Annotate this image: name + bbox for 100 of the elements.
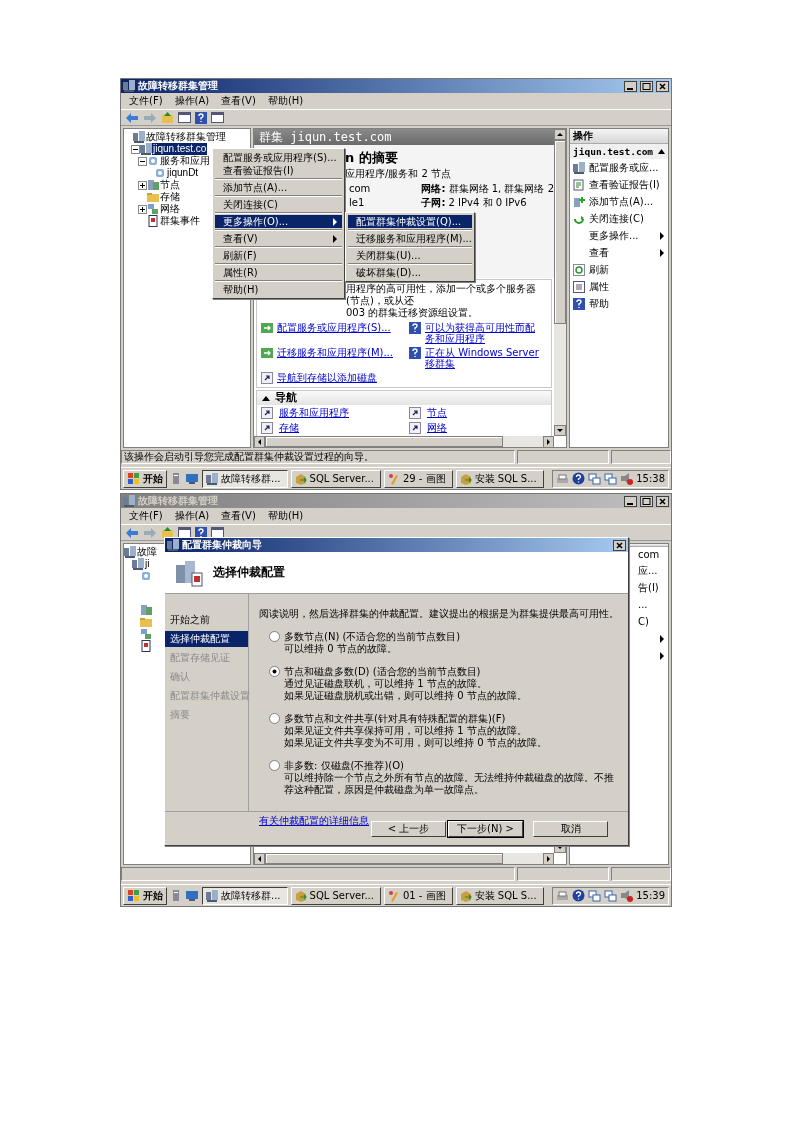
wizard-step[interactable]: 选择仲裁配置 bbox=[165, 631, 248, 647]
action-item[interactable]: 添加节点(A)... bbox=[570, 193, 668, 211]
link[interactable]: 可以为获得高可用性而配 务和应用程序 bbox=[425, 322, 535, 344]
menu-item[interactable]: 更多操作(O)... bbox=[215, 215, 342, 228]
taskbar-button[interactable]: 故障转移群... bbox=[202, 469, 288, 488]
taskbar-button[interactable]: 安装 SQL S... bbox=[455, 469, 544, 488]
tree-item[interactable]: 存储 bbox=[159, 191, 181, 203]
menu-item[interactable]: 迁移服务和应用程序(M)... bbox=[348, 232, 472, 245]
action-item[interactable]: 刷新 bbox=[570, 261, 668, 279]
collapse-icon[interactable] bbox=[131, 144, 140, 154]
scroll-thumb[interactable] bbox=[265, 436, 503, 447]
link[interactable]: 节点 bbox=[427, 407, 447, 419]
expand-icon[interactable] bbox=[138, 204, 147, 214]
menu-item[interactable]: 帮助(H) bbox=[215, 283, 342, 296]
radio-button[interactable] bbox=[269, 666, 280, 677]
volume-icon[interactable] bbox=[620, 472, 634, 485]
taskbar-button[interactable]: 安装 SQL S... bbox=[455, 886, 544, 905]
link[interactable]: 网络 bbox=[427, 422, 447, 434]
window-icon[interactable] bbox=[178, 111, 191, 124]
tree-item[interactable]: 网络 bbox=[159, 203, 181, 215]
menu-item[interactable]: 配置群集仲裁设置(Q)... bbox=[348, 215, 472, 228]
menu-item[interactable]: 关闭群集(U)... bbox=[348, 249, 472, 262]
scrollbar[interactable] bbox=[254, 853, 554, 864]
radio-button[interactable] bbox=[269, 631, 280, 642]
help-icon[interactable] bbox=[572, 472, 586, 485]
desktop-icon[interactable] bbox=[185, 889, 199, 902]
radio-button[interactable] bbox=[269, 713, 280, 724]
volume-icon[interactable] bbox=[620, 889, 634, 902]
tree-item[interactable]: 故障 bbox=[136, 546, 158, 558]
link[interactable]: 有关仲裁配置的详细信息 bbox=[259, 815, 369, 826]
close-button[interactable] bbox=[613, 539, 626, 551]
menu-item[interactable]: 查看(V) bbox=[221, 510, 256, 522]
action-item[interactable]: 属性 bbox=[570, 278, 668, 296]
tree-item[interactable]: 群集事件 bbox=[159, 215, 201, 227]
desktop-icon[interactable] bbox=[185, 472, 199, 485]
taskbar-button[interactable]: SQL Server... bbox=[290, 469, 381, 488]
link[interactable]: 导航到存储以添加磁盘 bbox=[277, 372, 377, 384]
wizard-button[interactable]: 取消 bbox=[533, 820, 608, 837]
tree-item[interactable]: 节点 bbox=[159, 179, 181, 191]
scroll-left-icon[interactable] bbox=[254, 435, 265, 448]
collapse-icon[interactable] bbox=[138, 156, 147, 166]
menu-item[interactable]: 操作(A) bbox=[174, 95, 210, 107]
link[interactable]: 迁移服务和应用程序(M)... bbox=[277, 347, 393, 369]
wizard-step[interactable]: 开始之前 bbox=[165, 612, 248, 628]
close-button[interactable] bbox=[656, 80, 669, 92]
taskbar-button[interactable]: SQL Server... bbox=[290, 886, 381, 905]
menu-item[interactable]: 查看(V) bbox=[215, 232, 342, 245]
taskbar-button[interactable]: 故障转移群... bbox=[202, 886, 288, 905]
scroll-right-icon[interactable] bbox=[543, 852, 554, 865]
collapse-icon[interactable] bbox=[262, 395, 270, 401]
menu-item[interactable]: 破坏群集(D)... bbox=[348, 266, 472, 279]
help-icon[interactable] bbox=[572, 889, 586, 902]
menu-item[interactable]: 添加节点(A)... bbox=[215, 181, 342, 194]
tree-item[interactable]: jiqun.test.co bbox=[152, 143, 208, 155]
menu-item[interactable]: 文件(F) bbox=[129, 95, 163, 107]
tree-item[interactable]: jiqunDt bbox=[166, 167, 200, 179]
radio-button[interactable] bbox=[269, 760, 280, 771]
close-button[interactable] bbox=[656, 495, 669, 507]
scroll-right-icon[interactable] bbox=[543, 435, 554, 448]
minimize-button[interactable] bbox=[624, 80, 637, 92]
window-icon[interactable] bbox=[211, 111, 224, 124]
scroll-left-icon[interactable] bbox=[254, 852, 265, 865]
help-icon[interactable] bbox=[195, 111, 207, 124]
scroll-down-icon[interactable] bbox=[554, 425, 566, 436]
action-item[interactable]: 查看验证报告(I) bbox=[570, 176, 668, 194]
taskbar-button[interactable]: 29 - 画图 bbox=[383, 469, 453, 488]
back-icon[interactable] bbox=[125, 111, 139, 124]
server-icon[interactable] bbox=[170, 472, 182, 485]
tree-item[interactable]: 故障转移群集管理 bbox=[145, 131, 227, 143]
menu-item[interactable]: 关闭连接(C) bbox=[215, 198, 342, 211]
start-button[interactable]: 开始 bbox=[123, 469, 167, 488]
back-icon[interactable] bbox=[125, 526, 139, 539]
link[interactable]: 服务和应用程序 bbox=[279, 407, 349, 419]
action-item[interactable]: 关闭连接(C) bbox=[570, 210, 668, 228]
action-item[interactable]: 查看 bbox=[570, 244, 668, 262]
window-icon[interactable] bbox=[178, 526, 191, 539]
maximize-button[interactable] bbox=[640, 495, 653, 507]
network-icon[interactable] bbox=[604, 889, 618, 902]
scrollbar[interactable] bbox=[554, 129, 566, 436]
link[interactable]: 存储 bbox=[279, 422, 299, 434]
scroll-thumb[interactable] bbox=[554, 140, 566, 325]
scrollbar[interactable] bbox=[254, 436, 554, 447]
collapse-icon[interactable] bbox=[658, 149, 665, 155]
menu-item[interactable]: 属性(R) bbox=[215, 266, 342, 279]
start-button[interactable]: 开始 bbox=[123, 886, 167, 905]
link[interactable]: 配置服务或应用程序(S)... bbox=[277, 322, 391, 344]
scroll-up-icon[interactable] bbox=[554, 129, 566, 140]
taskbar-button[interactable]: 01 - 画图 bbox=[383, 886, 453, 905]
tree-item[interactable]: 服务和应用 bbox=[159, 155, 211, 167]
tree-item[interactable]: ji bbox=[144, 558, 151, 570]
action-item[interactable]: 更多操作... bbox=[570, 227, 668, 245]
scroll-thumb[interactable] bbox=[265, 853, 503, 864]
maximize-button[interactable] bbox=[640, 80, 653, 92]
link[interactable]: 正在从 Windows Server 移群集 bbox=[425, 347, 539, 369]
menu-item[interactable]: 文件(F) bbox=[129, 510, 163, 522]
menu-item[interactable]: 刷新(F) bbox=[215, 249, 342, 262]
window-icon[interactable] bbox=[211, 526, 224, 539]
expand-icon[interactable] bbox=[138, 180, 147, 190]
menu-item[interactable]: 查看(V) bbox=[221, 95, 256, 107]
server-icon[interactable] bbox=[170, 889, 182, 902]
